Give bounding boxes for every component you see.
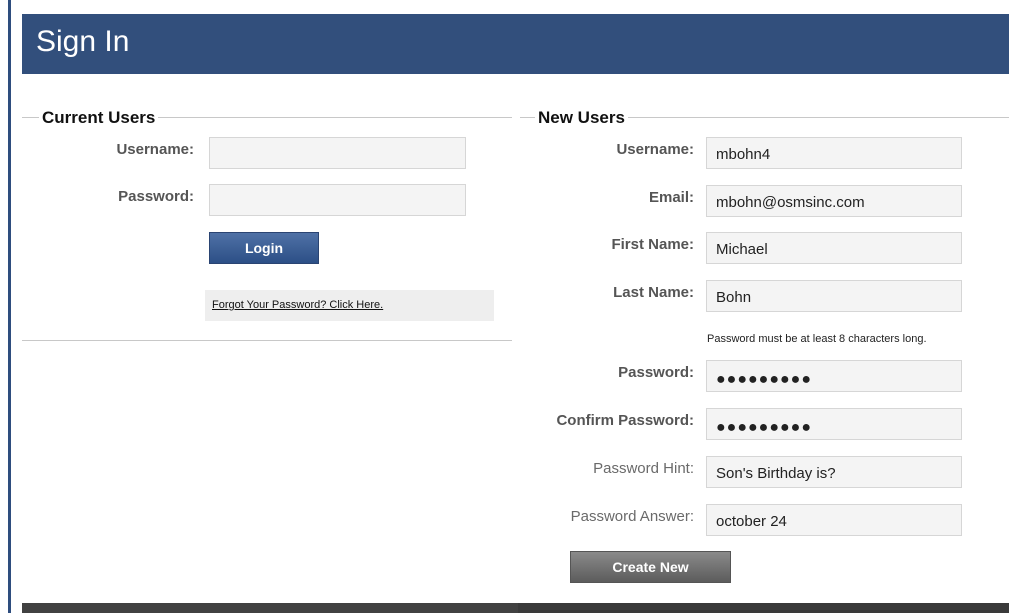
create-new-button[interactable]: Create New: [570, 551, 731, 583]
current-password-input[interactable]: [209, 184, 466, 216]
new-username-label: Username:: [616, 141, 694, 158]
page-title: Sign In: [36, 25, 130, 58]
current-password-label: Password:: [118, 188, 194, 205]
current-username-label: Username:: [116, 141, 194, 158]
footer-bar-left: [22, 603, 518, 613]
new-password-label: Password:: [618, 364, 694, 381]
new-password-input[interactable]: ●●●●●●●●●: [706, 360, 962, 392]
new-email-label: Email:: [648, 189, 694, 206]
login-button[interactable]: Login: [209, 232, 319, 264]
current-users-bottom-rule: [22, 340, 512, 341]
current-username-input[interactable]: [209, 137, 466, 169]
password-hint-label: Password Hint:: [593, 460, 694, 477]
left-accent-bar: [8, 0, 11, 613]
password-requirement-note: Password must be at least 8 characters l…: [707, 333, 927, 345]
confirm-password-input[interactable]: ●●●●●●●●●: [706, 408, 962, 440]
forgot-password-link[interactable]: Forgot Your Password? Click Here.: [212, 299, 383, 311]
current-users-title: Current Users: [39, 108, 159, 128]
last-name-input[interactable]: Bohn: [706, 280, 962, 312]
first-name-label: First Name:: [611, 236, 694, 253]
password-answer-label: Password Answer:: [570, 508, 694, 525]
forgot-password-box: Forgot Your Password? Click Here.: [205, 290, 494, 321]
first-name-input[interactable]: Michael: [706, 232, 962, 264]
new-username-input[interactable]: mbohn4: [706, 137, 962, 169]
last-name-label: Last Name:: [613, 284, 694, 301]
new-users-title: New Users: [535, 108, 628, 128]
page-header: Sign In: [22, 14, 1009, 74]
confirm-password-label: Confirm Password:: [556, 412, 694, 429]
new-email-input[interactable]: mbohn@osmsinc.com: [706, 185, 962, 217]
password-answer-input[interactable]: october 24: [706, 504, 962, 536]
footer-bar-right: [518, 603, 1009, 613]
password-hint-input[interactable]: Son's Birthday is?: [706, 456, 962, 488]
